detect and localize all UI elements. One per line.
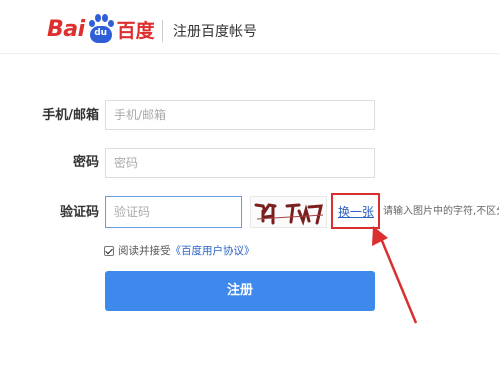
annotation-arrow-icon	[372, 226, 418, 324]
